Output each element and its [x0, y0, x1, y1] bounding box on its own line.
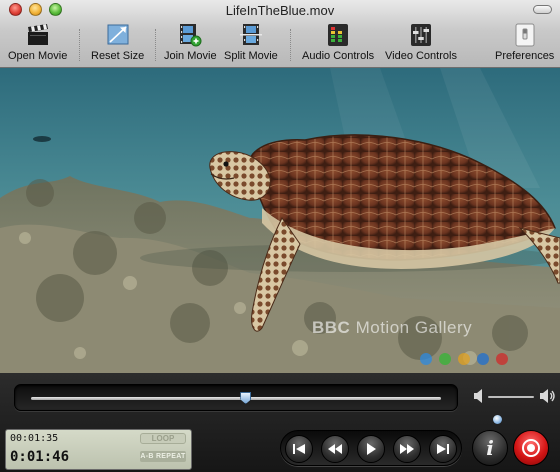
fast-forward-button[interactable] [393, 435, 421, 463]
audio-levels-icon [325, 23, 351, 47]
watermark-dots [420, 353, 508, 365]
timeline-track [31, 397, 441, 400]
video-sliders-icon [408, 23, 434, 47]
video-controls-label: Video Controls [385, 50, 457, 62]
watermark-dot [439, 353, 451, 365]
toolbar-separator [79, 29, 80, 61]
film-join-icon [177, 23, 203, 47]
watermark-dot [420, 353, 432, 365]
volume-knob[interactable] [493, 415, 503, 424]
total-time: 0:01:46 [10, 449, 70, 465]
transport-controls [280, 430, 462, 466]
join-movie-button[interactable]: Join Movie [164, 23, 217, 62]
window-title: LifeInTheBlue.mov [225, 3, 335, 18]
timeline-playhead[interactable] [240, 392, 252, 404]
skip-to-end-button[interactable] [429, 435, 457, 463]
player-controls: 00:01:35 0:01:46 LOOP A-B REPEAT i [0, 373, 560, 472]
preferences-label: Preferences [495, 50, 555, 62]
window-chrome: LifeInTheBlue.mov Open Movie Reset Size … [0, 0, 560, 68]
open-movie-button[interactable]: Open Movie [8, 23, 67, 62]
toolbar-separator [290, 29, 291, 61]
watermark-brand: BBC [312, 318, 351, 337]
ab-repeat-toggle[interactable]: A-B REPEAT [140, 451, 186, 462]
watermark-dot [458, 353, 470, 365]
watermark-dot [477, 353, 489, 365]
open-movie-label: Open Movie [8, 50, 68, 62]
time-display: 00:01:35 0:01:46 LOOP A-B REPEAT [5, 429, 192, 470]
preferences-button[interactable]: Preferences [495, 23, 554, 62]
skip-to-start-button[interactable] [285, 435, 313, 463]
toolbar-toggle-button[interactable] [533, 5, 552, 14]
loop-toggle[interactable]: LOOP [140, 433, 186, 444]
resize-icon [105, 23, 131, 47]
info-button[interactable]: i [472, 430, 508, 466]
split-movie-button[interactable]: Split Movie [224, 23, 278, 62]
toolbar: Open Movie Reset Size Join Movie Split M… [0, 21, 560, 67]
split-movie-label: Split Movie [224, 50, 278, 62]
current-time: 00:01:35 [10, 433, 59, 444]
reset-size-button[interactable]: Reset Size [91, 23, 144, 62]
rewind-icon [328, 444, 342, 454]
skip-forward-icon [437, 444, 449, 454]
volume-slider[interactable] [488, 396, 534, 424]
rewind-button[interactable] [321, 435, 349, 463]
preferences-switch-icon [512, 23, 538, 47]
video-controls-button[interactable]: Video Controls [385, 23, 457, 62]
audio-controls-label: Audio Controls [302, 50, 375, 62]
video-frame-image [0, 68, 560, 373]
volume-high-icon [540, 388, 556, 409]
watermark-dot [496, 353, 508, 365]
clapperboard-icon [25, 23, 51, 47]
record-icon [522, 439, 540, 457]
skip-back-icon [293, 444, 305, 454]
title-bar: LifeInTheBlue.mov [0, 0, 560, 21]
audio-controls-button[interactable]: Audio Controls [302, 23, 374, 62]
toolbar-separator [155, 29, 156, 61]
play-button[interactable] [357, 435, 385, 463]
timeline-scrubber[interactable] [14, 384, 458, 411]
info-icon: i [486, 436, 494, 460]
play-icon [367, 443, 376, 455]
watermark-text: Motion Gallery [355, 318, 473, 337]
record-button[interactable] [513, 430, 549, 466]
film-split-icon [238, 23, 264, 47]
fast-forward-icon [400, 444, 414, 454]
reset-size-label: Reset Size [91, 50, 145, 62]
video-watermark: BBC Motion Gallery [312, 318, 472, 338]
join-movie-label: Join Movie [164, 50, 217, 62]
video-viewport[interactable]: BBC Motion Gallery [0, 68, 560, 373]
volume-low-icon [474, 389, 484, 408]
